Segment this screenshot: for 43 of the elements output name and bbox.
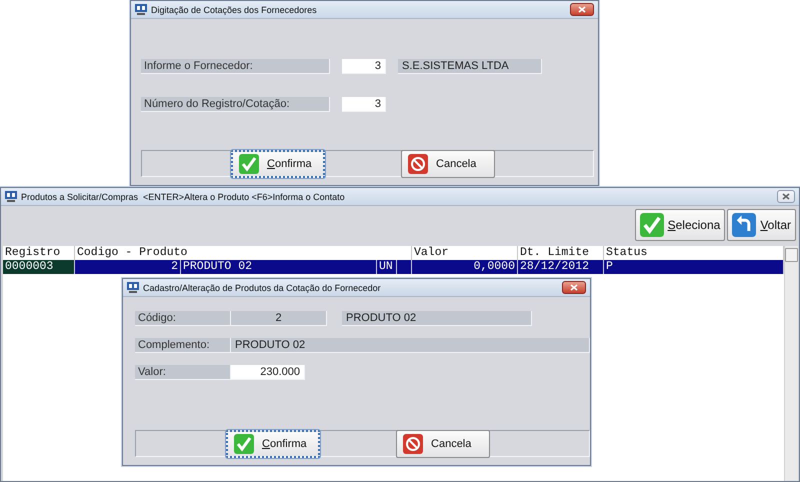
table-cell: 0,0000	[412, 260, 518, 274]
checkmark-icon	[239, 154, 259, 174]
field-label: Informe o Fornecedor:	[141, 59, 330, 74]
scrollbar[interactable]	[784, 246, 798, 481]
prohibited-icon	[408, 154, 428, 174]
confirm-button[interactable]: Confirma	[226, 430, 320, 458]
close-icon	[782, 193, 790, 200]
field-label: Complemento:	[135, 338, 231, 353]
prohibited-icon	[403, 434, 423, 454]
table-cell: PRODUTO 02	[181, 260, 377, 274]
table-cell: 0000003	[3, 260, 75, 274]
field-label: Valor:	[135, 365, 231, 380]
confirm-button[interactable]: Confirma	[231, 150, 325, 178]
close-button[interactable]	[562, 281, 586, 294]
field-label: Código:	[135, 311, 231, 326]
input-field[interactable]: 3	[342, 59, 386, 74]
select-button[interactable]: Seleciona	[634, 208, 726, 240]
checkmark-icon	[234, 434, 254, 454]
close-button[interactable]	[777, 190, 795, 203]
close-icon	[578, 6, 586, 13]
value-display: PRODUTO 02	[231, 338, 590, 353]
input-field[interactable]: 230.000	[231, 365, 305, 380]
table-cell: 2	[75, 260, 181, 274]
cancel-button[interactable]: Cancela	[401, 150, 495, 178]
table-cell: UN	[377, 260, 397, 274]
value-display: 2	[231, 311, 327, 326]
value-display: S.E.SISTEMAS LTDA	[398, 59, 542, 74]
close-icon	[570, 284, 578, 291]
close-button[interactable]	[570, 3, 594, 16]
app-icon	[5, 191, 17, 202]
back-button[interactable]: Voltar	[727, 208, 796, 240]
table-cell: 28/12/2012	[518, 260, 604, 274]
field-label: Número do Registro/Cotação:	[141, 97, 330, 112]
app-icon	[127, 282, 139, 293]
cancel-button[interactable]: Cancela	[396, 430, 490, 458]
checkmark-icon	[640, 212, 664, 236]
window-title: Digitação de Cotações dos Fornecedores	[151, 4, 318, 14]
app-icon	[135, 4, 147, 15]
window-title: Produtos a Solicitar/Compras <ENTER>Altera o Produto <F6>Informa o Contato	[21, 192, 346, 202]
table-row[interactable]: 0000003 2 PRODUTO 02 UN 0,0000 28/12/2012 P	[3, 260, 784, 274]
input-field[interactable]: 3	[342, 97, 386, 112]
window-title: Cadastro/Alteração de Produtos da Cotação do Fornecedor	[143, 282, 382, 292]
value-display: PRODUTO 02	[342, 311, 532, 326]
